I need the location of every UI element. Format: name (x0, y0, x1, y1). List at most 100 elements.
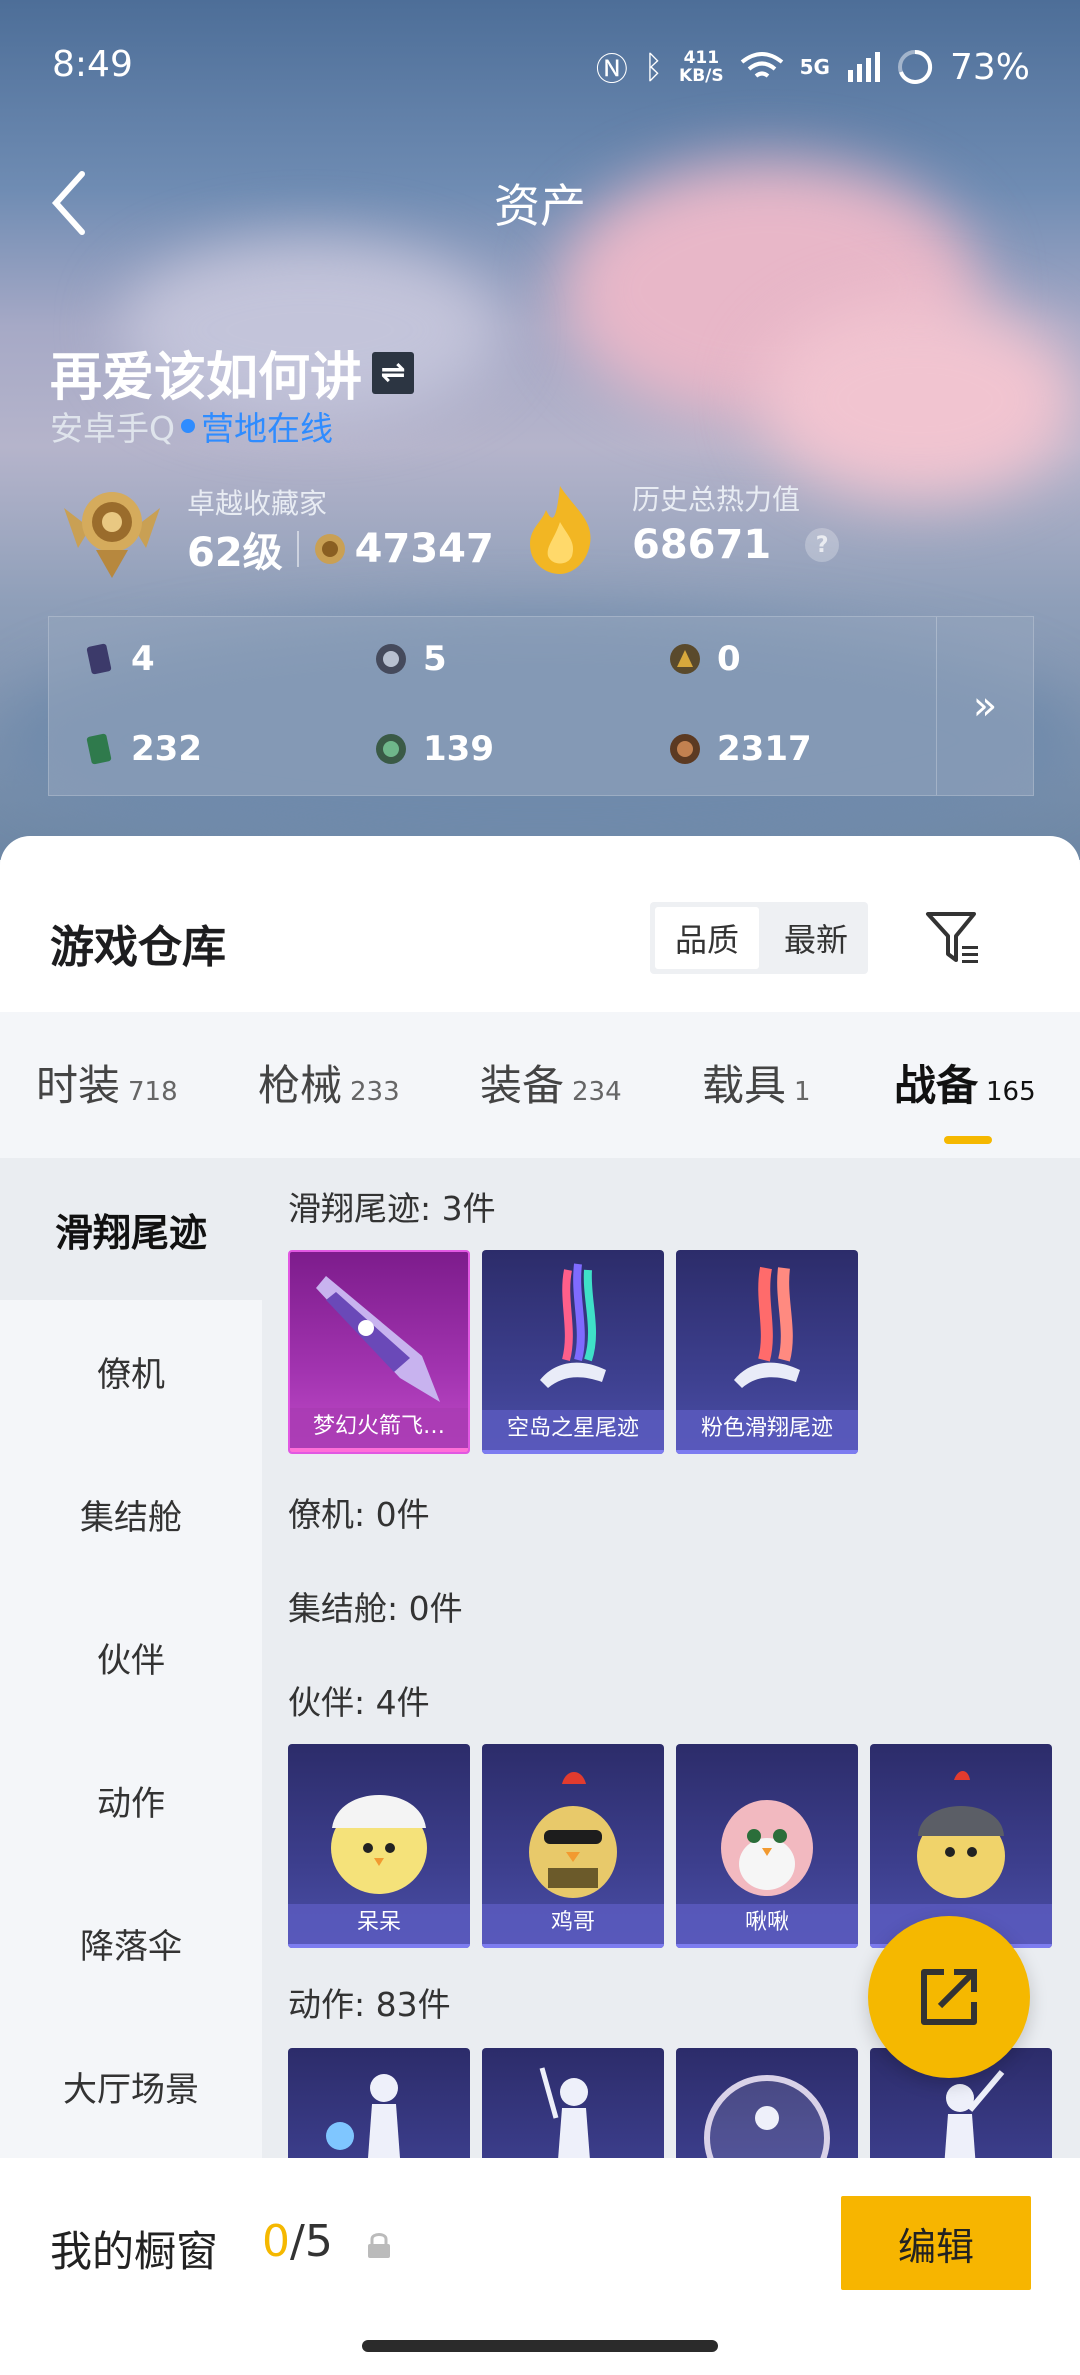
profile-header: 8:49 Ⓝ ᛒ 411 KB/S 5G 73% 资产 再爱该如何讲 ⇌ 安卓手… (0, 0, 1080, 860)
home-indicator[interactable] (362, 2340, 718, 2352)
share-button[interactable] (868, 1916, 1030, 2078)
side-item-emote[interactable]: 动作 (0, 1729, 262, 1871)
tab-vehicles[interactable]: 载具 1 (702, 1052, 811, 1113)
category-tabs: 时装 718 枪械 233 装备 234 载具 1 战备 165 (0, 1012, 1080, 1158)
stat-item: 139 (375, 729, 494, 769)
stat-value: 5 (423, 639, 447, 679)
item-name: 空岛之星尾迹 (482, 1410, 664, 1454)
stat-item: 232 (83, 729, 202, 769)
section-label: 僚机: 0件 (288, 1495, 430, 1534)
item-card[interactable]: 梦幻火箭飞… (288, 1250, 470, 1454)
lock-icon (368, 2233, 390, 2258)
green-card-icon (86, 733, 112, 765)
edit-button[interactable]: 编辑 (841, 2196, 1031, 2290)
side-item-rally-pod[interactable]: 集结舱 (0, 1443, 262, 1585)
item-card[interactable]: 空岛之星尾迹 (482, 1250, 664, 1454)
rank-level: 62级 (187, 530, 283, 576)
item-name: 呆呆 (288, 1904, 470, 1948)
section-label: 集结舱: 0件 (288, 1589, 463, 1628)
heat-title: 历史总热力值 (632, 483, 801, 516)
rooster-companion-icon (529, 1772, 617, 1898)
silver-coin-icon (376, 644, 406, 674)
item-name: 梦幻火箭飞… (290, 1408, 468, 1452)
tab-equipment[interactable]: 装备 234 (480, 1052, 622, 1113)
flame-badge-icon (530, 486, 591, 574)
tab-label: 枪械 (258, 1061, 343, 1110)
tab-count: 234 (572, 1077, 622, 1107)
bronze-coin-icon (670, 734, 700, 764)
filter-icon[interactable] (922, 906, 984, 968)
stat-item: 2317 (669, 729, 812, 769)
section-label: 动作: 83件 (288, 1985, 451, 2024)
net-speed: 411 KB/S (679, 49, 724, 85)
emote-figure-icon (539, 2067, 590, 2158)
item-card[interactable]: 粉色滑翔尾迹 (676, 1250, 858, 1454)
gold-coin-icon (670, 644, 700, 674)
player-name: 再爱该如何讲 (50, 348, 363, 408)
side-item-lobby-scene[interactable]: 大厅场景 (0, 2015, 262, 2157)
stats-more-button[interactable]: » (936, 617, 1033, 795)
battery-ring-icon (897, 49, 933, 84)
side-item-wingman[interactable]: 僚机 (0, 1300, 262, 1442)
card-icon (86, 643, 112, 675)
platform-label: 安卓手Q (50, 409, 175, 448)
active-tab-indicator (944, 1136, 992, 1144)
warehouse-sheet: 游戏仓库 品质 最新 时装 718 枪械 233 装备 234 载具 1 战备 165 滑… (0, 836, 1080, 2375)
sort-toggle: 品质 最新 (650, 902, 868, 974)
tab-count: 165 (986, 1077, 1036, 1107)
showcase-total: /5 (290, 2216, 333, 2267)
signal-icon (847, 52, 880, 82)
swap-account-icon[interactable]: ⇌ (372, 351, 415, 394)
player-name-row: 再爱该如何讲 ⇌ (50, 335, 415, 410)
side-item-parachute[interactable]: 降落伞 (0, 1872, 262, 2014)
nfc-icon: Ⓝ (595, 50, 628, 88)
medal-coin-icon (314, 534, 345, 564)
showcase-count: 0/5 (262, 2216, 333, 2267)
status-time: 8:49 (52, 44, 133, 85)
page-title: 资产 (494, 179, 586, 233)
stat-value: 139 (423, 729, 494, 769)
tab-battle-prep[interactable]: 战备 165 (894, 1052, 1036, 1113)
tab-firearms[interactable]: 枪械 233 (258, 1052, 400, 1113)
side-menu: 滑翔尾迹 僚机 集结舱 伙伴 动作 降落伞 大厅场景 (0, 1158, 262, 2158)
green-coin-icon (376, 734, 406, 764)
item-card[interactable]: 呆呆 (288, 1744, 470, 1948)
online-dot-icon (180, 419, 195, 433)
section-label: 伙伴: 4件 (288, 1683, 430, 1722)
stat-value: 2317 (717, 729, 812, 769)
points-row: 47347 (313, 526, 494, 572)
item-card[interactable]: 啾啾 (676, 1744, 858, 1948)
battery-level: 73% (949, 46, 1030, 88)
tab-label: 载具 (702, 1061, 787, 1110)
stat-value: 0 (717, 639, 741, 679)
tab-label: 时装 (36, 1061, 121, 1110)
item-card[interactable] (482, 2048, 664, 2158)
pink-trail-icon (734, 1266, 800, 1388)
helmet-chick-companion-icon (917, 1771, 1005, 1898)
item-card[interactable] (288, 2048, 470, 2158)
collector-badge-icon (64, 492, 160, 578)
tab-fashion[interactable]: 时装 718 (36, 1052, 178, 1113)
camp-online-status: 营地在线 (200, 409, 333, 448)
help-icon[interactable]: ? (805, 528, 840, 562)
share-icon (921, 1969, 977, 2025)
stat-item: 5 (375, 639, 447, 679)
status-bar: 8:49 Ⓝ ᛒ 411 KB/S 5G 73% (52, 40, 1030, 90)
item-card[interactable]: 鸡哥 (482, 1744, 664, 1948)
rainbow-trail-icon (540, 1263, 606, 1388)
showcase-current: 0 (262, 2216, 290, 2267)
pink-bird-companion-icon (721, 1800, 813, 1896)
wifi-icon (740, 52, 783, 78)
tab-count: 718 (128, 1077, 178, 1107)
showcase-label: 我的橱窗 (50, 2227, 219, 2276)
rank-points: 47347 (354, 526, 494, 572)
heat-stats: 68671 ? (632, 522, 840, 568)
sort-quality-button[interactable]: 品质 (655, 907, 759, 969)
side-item-glide-trail[interactable]: 滑翔尾迹 (0, 1158, 262, 1300)
item-card[interactable] (676, 2048, 858, 2158)
sort-newest-button[interactable]: 最新 (764, 902, 868, 974)
emote-figure-icon (326, 2074, 400, 2158)
rank-title: 卓越收藏家 (187, 487, 328, 520)
side-item-companion[interactable]: 伙伴 (0, 1586, 262, 1728)
tab-count: 1 (794, 1077, 811, 1107)
